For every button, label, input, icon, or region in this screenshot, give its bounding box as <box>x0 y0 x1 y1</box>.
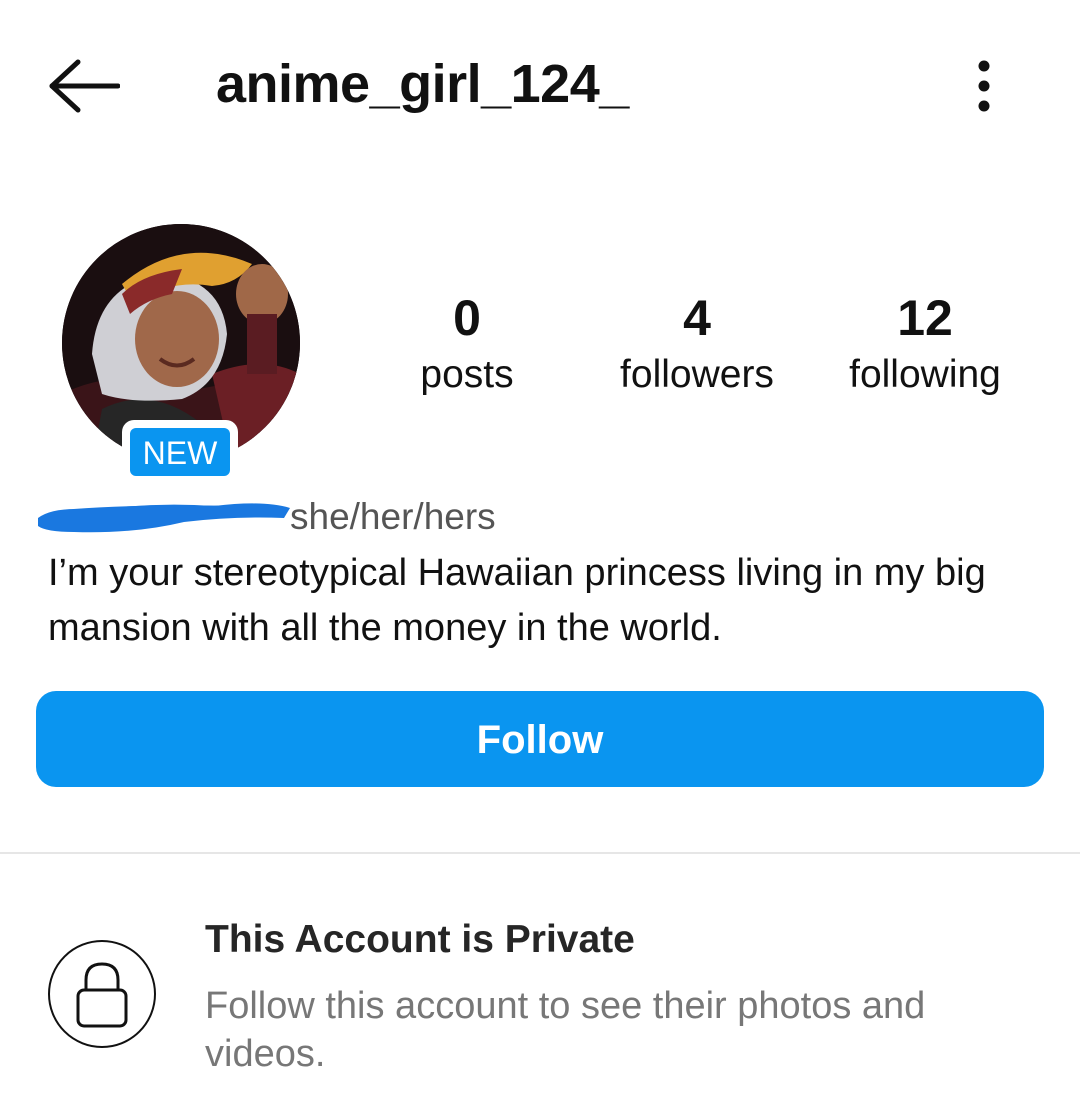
follow-button[interactable]: Follow <box>36 691 1044 787</box>
lock-badge <box>48 940 156 1048</box>
back-button[interactable] <box>48 56 121 116</box>
bio-text: I’m your stereotypical Hawaiian princess… <box>48 552 986 649</box>
profile-username: anime_girl_124_ <box>216 54 629 114</box>
pronouns: she/her/hers <box>290 496 496 537</box>
following-label: following <box>849 353 1001 396</box>
new-badge: NEW <box>122 420 238 484</box>
followers-count: 4 <box>683 290 711 346</box>
following-count: 12 <box>897 290 953 346</box>
posts-label: posts <box>420 353 514 396</box>
redacted-name <box>34 494 294 540</box>
stat-following[interactable]: 12 following <box>825 290 1025 398</box>
more-vertical-icon <box>978 60 990 112</box>
posts-count: 0 <box>453 290 481 346</box>
more-options-button[interactable] <box>962 56 1006 116</box>
stat-followers[interactable]: 4 followers <box>597 290 797 398</box>
followers-label: followers <box>620 353 774 396</box>
private-subtitle: Follow this account to see their photos … <box>205 985 926 1075</box>
divider <box>0 852 1080 854</box>
private-title: This Account is Private <box>205 918 635 961</box>
arrow-left-icon <box>49 59 121 113</box>
new-badge-label: NEW <box>130 428 230 476</box>
lock-icon <box>76 962 128 1028</box>
stat-posts: 0 posts <box>367 290 567 398</box>
